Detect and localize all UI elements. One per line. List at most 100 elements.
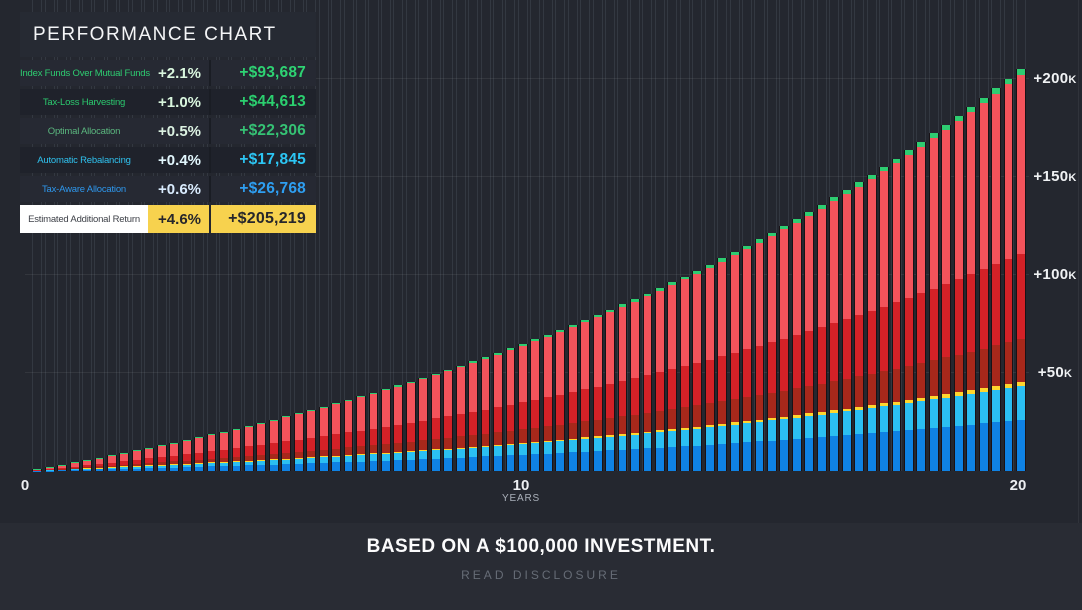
segment-index-funds <box>345 401 353 433</box>
stacked-bar <box>443 370 453 471</box>
bar-column[interactable] <box>517 0 529 471</box>
bar-column[interactable] <box>728 0 740 471</box>
bar-column[interactable] <box>803 0 815 471</box>
bar-column[interactable] <box>928 0 940 471</box>
bar-column[interactable] <box>579 0 591 471</box>
bar-column[interactable] <box>591 0 603 471</box>
segment-index-funds <box>668 285 676 369</box>
bar-column[interactable] <box>355 0 367 471</box>
legend-total-row[interactable]: Estimated Additional Return +4.6% +$205,… <box>20 205 316 233</box>
bar-column[interactable] <box>865 0 877 471</box>
bar-column[interactable] <box>878 0 890 471</box>
bar-column[interactable] <box>890 0 902 471</box>
bar-column[interactable] <box>953 0 965 471</box>
segment-tax-loss-harvesting <box>656 372 664 411</box>
segment-tax-loss-harvesting <box>556 395 564 425</box>
bar-column[interactable] <box>977 0 989 471</box>
legend-row-index-funds[interactable]: Index Funds Over Mutual Funds +2.1% +$93… <box>20 60 316 86</box>
legend-row-tax-loss-harvesting[interactable]: Tax-Loss Harvesting +1.0% +$44,613 <box>20 89 316 115</box>
bar-column[interactable] <box>990 0 1002 471</box>
segment-tax-loss-harvesting <box>457 414 465 436</box>
bar-column[interactable] <box>716 0 728 471</box>
legend-row-tax-aware-allocation[interactable]: Tax-Aware Allocation +0.6% +$26,768 <box>20 176 316 202</box>
segment-tax-aware-allocation <box>818 437 826 471</box>
bar-column[interactable] <box>380 0 392 471</box>
bar-column[interactable] <box>691 0 703 471</box>
bar-column[interactable] <box>392 0 404 471</box>
legend-row-optimal-allocation[interactable]: Optimal Allocation +0.5% +$22,306 <box>20 118 316 144</box>
bar-column[interactable] <box>442 0 454 471</box>
segment-index-funds <box>706 268 714 360</box>
bar-column[interactable] <box>554 0 566 471</box>
bar-column[interactable] <box>741 0 753 471</box>
read-disclosure-link[interactable]: READ DISCLOSURE <box>461 568 621 582</box>
segment-tax-aware-allocation <box>494 456 502 471</box>
bar-column[interactable] <box>903 0 915 471</box>
bar-column[interactable] <box>828 0 840 471</box>
bar-column[interactable] <box>816 0 828 471</box>
bar-column[interactable] <box>542 0 554 471</box>
bar-column[interactable] <box>616 0 628 471</box>
segment-tax-aware-allocation <box>780 440 788 471</box>
bar-column[interactable] <box>654 0 666 471</box>
bar-column[interactable] <box>454 0 466 471</box>
legend-total-percent: +4.6% <box>148 205 209 233</box>
segment-automatic-rebalancing <box>880 406 888 432</box>
bar-column[interactable] <box>566 0 578 471</box>
bar-column[interactable] <box>641 0 653 471</box>
stacked-bar <box>1004 79 1014 471</box>
segment-automatic-rebalancing <box>780 419 788 440</box>
segment-tax-loss-harvesting <box>855 315 863 376</box>
bar-column[interactable] <box>417 0 429 471</box>
segment-automatic-rebalancing <box>805 416 813 438</box>
bar-column[interactable] <box>965 0 977 471</box>
segment-optimal-allocation <box>942 357 950 394</box>
bar-column[interactable] <box>504 0 516 471</box>
segment-automatic-rebalancing <box>967 394 975 425</box>
stacked-bar <box>294 413 304 471</box>
bar-column[interactable] <box>778 0 790 471</box>
bar-column[interactable] <box>367 0 379 471</box>
bar-column[interactable] <box>604 0 616 471</box>
bar-column[interactable] <box>629 0 641 471</box>
bar-column[interactable] <box>766 0 778 471</box>
bar-column[interactable] <box>753 0 765 471</box>
stacked-bar <box>481 357 491 471</box>
segment-tax-aware-allocation <box>942 427 950 471</box>
bar-column[interactable] <box>791 0 803 471</box>
bar-column[interactable] <box>666 0 678 471</box>
segment-automatic-rebalancing <box>743 423 751 442</box>
segment-tax-aware-allocation <box>394 460 402 471</box>
segment-optimal-allocation <box>992 345 1000 386</box>
bar-column[interactable] <box>679 0 691 471</box>
segment-index-funds <box>158 446 166 457</box>
bar-column[interactable] <box>940 0 952 471</box>
segment-tax-aware-allocation <box>843 435 851 471</box>
stacked-bar <box>244 426 254 471</box>
bar-column[interactable] <box>1002 0 1014 471</box>
segment-automatic-rebalancing <box>494 446 502 456</box>
bar-column[interactable] <box>467 0 479 471</box>
segment-optimal-allocation <box>980 349 988 389</box>
segment-optimal-allocation <box>357 446 365 454</box>
bar-column[interactable] <box>430 0 442 471</box>
bar-column[interactable] <box>1015 0 1027 471</box>
bar-column[interactable] <box>840 0 852 471</box>
bar-column[interactable] <box>479 0 491 471</box>
bar-column[interactable] <box>342 0 354 471</box>
segment-tax-aware-allocation <box>855 434 863 471</box>
segment-index-funds <box>581 322 589 389</box>
bar-column[interactable] <box>853 0 865 471</box>
segment-index-funds <box>693 274 701 363</box>
bar-column[interactable] <box>317 0 329 471</box>
segment-tax-loss-harvesting <box>569 392 577 423</box>
bar-column[interactable] <box>529 0 541 471</box>
bar-column[interactable] <box>405 0 417 471</box>
bar-column[interactable] <box>915 0 927 471</box>
bar-column[interactable] <box>330 0 342 471</box>
bar-column[interactable] <box>703 0 715 471</box>
stacked-bar <box>929 133 939 471</box>
bar-column[interactable] <box>492 0 504 471</box>
legend-row-automatic-rebalancing[interactable]: Automatic Rebalancing +0.4% +$17,845 <box>20 147 316 173</box>
segment-tax-loss-harvesting <box>233 448 241 457</box>
